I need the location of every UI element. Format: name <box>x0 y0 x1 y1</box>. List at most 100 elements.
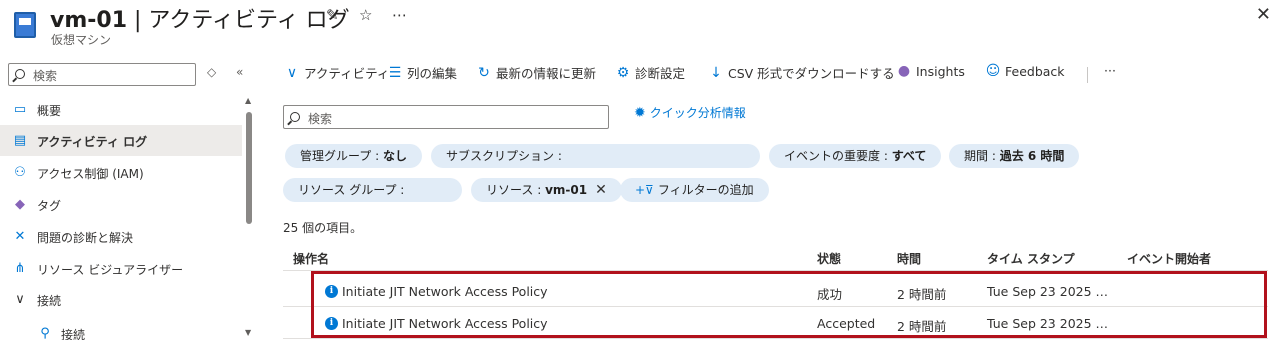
monitor-icon: ▭ <box>13 102 27 117</box>
plug-icon: ⚲ <box>40 326 50 340</box>
filter-key: 期間 : <box>964 149 1000 163</box>
lightbulb-icon: ✹ <box>634 105 646 121</box>
sidebar-group-connect[interactable]: ∨ 接続 <box>0 284 242 315</box>
sidebar-item-label: 接続 <box>61 328 86 340</box>
column-header-initiator[interactable]: イベント開始者 <box>1127 250 1211 267</box>
sidebar-item-diagnose[interactable]: ✕ 問題の診断と解決 <box>0 221 242 252</box>
filter-key: サブスクリプション : <box>446 149 562 163</box>
title-separator: | <box>127 8 149 33</box>
chevron-down-icon: ∨ <box>286 64 298 81</box>
filter-key: 管理グループ : <box>300 149 383 163</box>
sidebar-search-placeholder: 検索 <box>33 69 58 83</box>
feedback-button[interactable]: ☺ Feedback <box>984 63 1065 87</box>
refresh-button[interactable]: ↻ 最新の情報に更新 <box>475 63 596 87</box>
filter-value: すべて <box>891 149 927 163</box>
close-icon[interactable]: ✕ <box>1256 4 1271 25</box>
activity-button[interactable]: ∨ アクティビティ <box>283 63 390 87</box>
remove-filter-icon[interactable]: ✕ <box>595 182 607 198</box>
page-header: vm-01 | アクティビティ ログ 仮想マシン ✎ ☆ ⋯ ✕ <box>0 0 1283 52</box>
sidebar-item-visualizer[interactable]: ⋔ リソース ビジュアライザー <box>0 253 242 284</box>
activity-search-input[interactable]: 検索 <box>283 105 609 129</box>
sidebar-item-label: タグ <box>37 199 62 213</box>
filter-subscription[interactable]: サブスクリプション : <box>431 144 760 168</box>
insights-button[interactable]: ● Insights <box>895 63 965 87</box>
sidebar-item-activity-log[interactable]: ▤ アクティビティ ログ <box>0 125 242 156</box>
more-label: ··· <box>1104 63 1116 78</box>
sidebar-search-input[interactable]: 検索 <box>8 63 196 86</box>
sidebar-item-overview[interactable]: ▭ 概要 <box>0 94 242 125</box>
sidebar-group-label: 接続 <box>37 294 62 308</box>
highlight-box <box>311 271 1267 338</box>
sidebar-item-tags[interactable]: ◆ タグ <box>0 189 242 220</box>
sidebar-item-label: アクティビティ ログ <box>37 135 148 149</box>
add-filter-icon: +⊽ <box>635 183 654 197</box>
download-icon: ↓ <box>710 64 722 81</box>
search-placeholder: 検索 <box>308 112 333 126</box>
people-icon: ⚇ <box>14 165 26 180</box>
column-header-status[interactable]: 状態 <box>817 250 841 267</box>
page-title: vm-01 | アクティビティ ログ <box>50 2 350 34</box>
item-count: 25 個の項目。 <box>283 221 363 235</box>
gear-icon: ⚙ <box>616 64 630 81</box>
add-filter-label: フィルターの追加 <box>657 183 754 197</box>
filter-key: リソース : <box>486 183 546 197</box>
download-csv-label: CSV 形式でダウンロードする <box>728 66 895 81</box>
more-commands-button[interactable]: ··· <box>1101 63 1116 87</box>
scroll-up-icon[interactable]: ▲ <box>245 96 251 105</box>
quick-insights-link[interactable]: ✹ クイック分析情報 <box>634 104 746 121</box>
virtual-machine-icon <box>14 12 36 38</box>
ellipsis-icon[interactable]: ⋯ <box>392 6 407 24</box>
columns-icon: ☰ <box>388 64 402 81</box>
search-icon <box>290 112 300 122</box>
sidebar-item-iam[interactable]: ⚇ アクセス制御 (IAM) <box>0 157 242 188</box>
lightbulb-icon: ● <box>897 63 911 79</box>
filter-event-severity[interactable]: イベントの重要度 : すべて <box>769 144 942 168</box>
title-resource-name: vm-01 <box>50 8 128 33</box>
filter-value: 過去 6 時間 <box>999 149 1065 163</box>
filter-value: なし <box>382 149 407 163</box>
sidebar: 検索 ◇ « ▭ 概要 ▤ アクティビティ ログ ⚇ アクセス制御 (IAM) … <box>0 56 258 340</box>
filter-resource[interactable]: リソース : vm-01 ✕ <box>471 178 622 202</box>
refresh-icon: ↻ <box>478 64 490 81</box>
sidebar-item-connect[interactable]: ⚲ 接続 <box>0 318 242 340</box>
page-subtitle: 仮想マシン <box>51 33 112 47</box>
insights-label: Insights <box>916 63 965 79</box>
star-icon[interactable]: ☆ <box>359 6 372 24</box>
search-icon <box>15 69 25 79</box>
filter-key: イベントの重要度 : <box>784 149 892 163</box>
log-icon: ▤ <box>13 133 27 148</box>
collapse-sidebar-icon[interactable]: « <box>236 65 243 79</box>
refresh-label: 最新の情報に更新 <box>496 66 597 81</box>
filter-management-group[interactable]: 管理グループ : なし <box>285 144 422 168</box>
quick-insights-label: クイック分析情報 <box>649 106 746 120</box>
filter-key: リソース グループ : <box>298 183 405 197</box>
edit-columns-button[interactable]: ☰ 列の編集 <box>386 63 457 87</box>
add-filter-button[interactable]: +⊽ フィルターの追加 <box>620 178 769 202</box>
column-header-timestamp[interactable]: タイム スタンプ <box>987 250 1075 267</box>
sidebar-scrollbar[interactable]: ▲ ▼ <box>243 96 253 337</box>
toolbar-divider <box>1087 67 1088 83</box>
sidebar-item-label: 概要 <box>37 104 62 118</box>
sidebar-item-label: アクセス制御 (IAM) <box>37 167 144 181</box>
edit-columns-label: 列の編集 <box>407 66 458 81</box>
diagnostic-settings-label: 診断設定 <box>635 66 686 81</box>
scroll-thumb[interactable] <box>246 112 252 224</box>
column-header-time[interactable]: 時間 <box>897 250 921 267</box>
sidebar-item-label: 問題の診断と解決 <box>37 231 134 245</box>
filter-value: vm-01 <box>545 183 588 197</box>
chevron-down-icon: ∨ <box>15 292 25 307</box>
hierarchy-icon: ⋔ <box>14 261 26 276</box>
feedback-label: Feedback <box>1005 63 1065 79</box>
sidebar-item-label: リソース ビジュアライザー <box>37 263 184 277</box>
filter-timespan[interactable]: 期間 : 過去 6 時間 <box>949 144 1080 168</box>
diagnostic-settings-button[interactable]: ⚙ 診断設定 <box>614 63 685 87</box>
download-csv-button[interactable]: ↓ CSV 形式でダウンロードする <box>707 63 895 87</box>
activity-label: アクティビティ <box>304 66 390 81</box>
wrench-icon: ✕ <box>14 229 26 244</box>
scroll-down-icon[interactable]: ▼ <box>245 328 251 337</box>
feedback-icon: ☺ <box>985 63 1001 79</box>
expand-collapse-icon[interactable]: ◇ <box>207 65 216 79</box>
filter-resource-group[interactable]: リソース グループ : <box>283 178 462 202</box>
pin-icon[interactable]: ✎ <box>326 6 339 24</box>
column-header-operation[interactable]: 操作名 <box>293 250 329 267</box>
